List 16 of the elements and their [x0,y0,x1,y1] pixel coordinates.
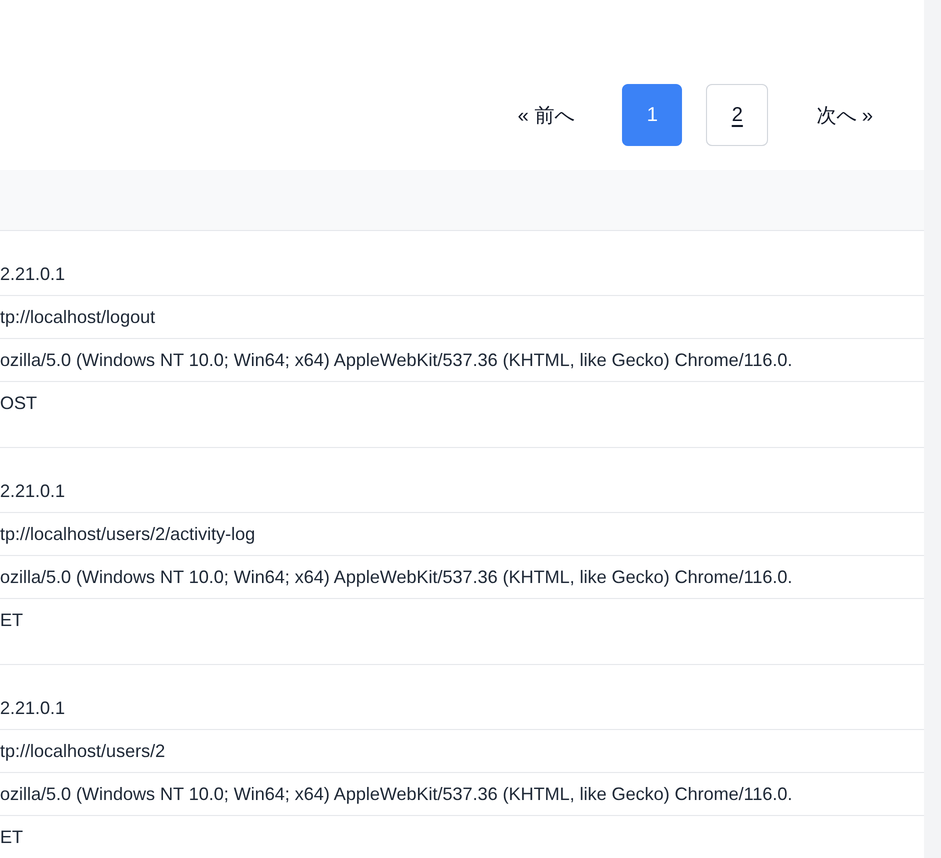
page-button[interactable]: 2 [706,84,768,146]
page-button[interactable]: 1 [622,84,682,146]
previous-page-link[interactable]: « 前へ [494,84,598,146]
request-url: tp://localhost/users/2 [0,740,166,762]
ip-address: 2.21.0.1 [0,698,66,718]
user-agent: ozilla/5.0 (Windows NT 10.0; Win64; x64) AppleWebKit/537.36 (KHTML, like Gecko) Chrome/116.0. [0,784,792,804]
ip-address: 2.21.0.1 [0,264,66,284]
http-method: OST [0,393,38,414]
http-method: ET [0,610,24,631]
user-agent: ozilla/5.0 (Windows NT 10.0; Win64; x64) AppleWebKit/537.36 (KHTML, like Gecko) Chrome/116.0. [0,566,792,588]
http-method: ET [0,827,24,848]
next-page-link[interactable]: 次へ » [792,84,897,146]
request-url: tp://localhost/logout [0,306,156,328]
ip-address: 2.21.0.1 [0,480,66,502]
user-agent: ozilla/5.0 (Windows NT 10.0; Win64; x64) AppleWebKit/537.36 (KHTML, like Gecko) Chrome/116.0. [0,350,792,370]
request-url: tp://localhost/users/2/activity-log [0,524,256,544]
